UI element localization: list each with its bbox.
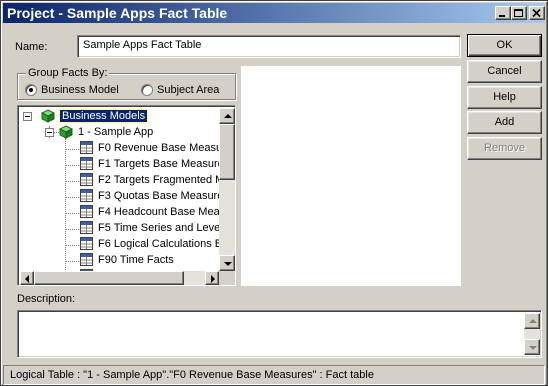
help-button[interactable]: Help	[467, 86, 542, 109]
arrow-up-icon	[529, 319, 537, 323]
cancel-button[interactable]: Cancel	[467, 60, 542, 83]
tree-item-fact-table[interactable]: F3 Quotas Base Measures	[98, 188, 219, 204]
preview-pane	[241, 66, 461, 286]
arrow-left-icon	[25, 275, 29, 283]
tree-vertical-scrollbar[interactable]	[219, 108, 235, 271]
tree-item-fact-table[interactable]: F1 Targets Base Measures	[98, 156, 219, 172]
tree-item-fact-table[interactable]: F6 Logical Calculations Base	[98, 236, 219, 252]
tree-connector	[65, 181, 79, 182]
tree-item-label: F1 Targets Base Measures	[98, 158, 219, 170]
tree-item-label: F90 Time Facts	[98, 254, 174, 266]
tree-item-fact-table[interactable]: F2 Targets Fragmented Measures	[98, 172, 219, 188]
tree-item-fact-table[interactable]: F90 Time Facts	[98, 252, 174, 268]
tree-item-sample-app[interactable]: 1 - Sample App	[78, 124, 153, 140]
status-text: Logical Table : "1 - Sample App"."F0 Rev…	[10, 369, 374, 381]
scroll-left-button[interactable]	[20, 271, 34, 285]
minimize-icon	[499, 15, 505, 17]
tree-item-label: F5 Time Series and Level Based	[98, 222, 219, 234]
tree-item-label: 1 - Sample App	[78, 126, 154, 138]
close-button[interactable]	[529, 6, 545, 20]
business-model-radio-label[interactable]: Business Model	[41, 84, 119, 96]
tree-item-fact-table[interactable]: F0 Revenue Base Measures	[98, 140, 219, 156]
collapse-toggle[interactable]	[45, 128, 54, 137]
fact-table-icon	[80, 173, 93, 186]
collapse-toggle[interactable]	[23, 112, 32, 121]
tree-connector	[65, 213, 79, 214]
maximize-button[interactable]	[511, 6, 527, 20]
tree-item-label: F2 Targets Fragmented Measures	[98, 174, 219, 186]
title-bar[interactable]: Project - Sample Apps Fact Table	[3, 3, 545, 23]
description-scrollbar[interactable]	[524, 313, 540, 355]
fact-table-icon	[80, 237, 93, 250]
tree-item-business-models[interactable]: Business Models	[58, 108, 149, 124]
tree-item-label: F3 Quotas Base Measures	[98, 190, 219, 202]
tree-item-fact-table[interactable]: F5 Time Series and Level Based	[98, 220, 219, 236]
subject-area-radio[interactable]	[141, 84, 153, 96]
tree-connector	[65, 229, 79, 230]
business-model-icon	[41, 109, 55, 123]
arrow-down-icon	[224, 262, 232, 266]
business-model-radio[interactable]	[25, 84, 37, 96]
status-bar: Logical Table : "1 - Sample App"."F0 Rev…	[3, 365, 545, 385]
tree-content: Business Models 1 - Sample App F0 Revenu…	[20, 108, 219, 271]
scroll-down-button[interactable]	[219, 255, 235, 271]
description-scroll-up-button[interactable]	[524, 313, 540, 329]
add-button[interactable]: Add	[467, 111, 542, 134]
tree-item-label: F4 Headcount Base Measures	[98, 206, 219, 218]
fact-table-icon	[80, 141, 93, 154]
business-model-icon	[59, 125, 73, 139]
tree-item-label: F6 Logical Calculations Base	[98, 238, 219, 250]
tree-connector	[65, 138, 66, 271]
fact-table-icon	[80, 205, 93, 218]
fact-table-icon	[80, 253, 93, 266]
remove-button[interactable]: Remove	[467, 137, 542, 160]
group-facts-title: Group Facts By:	[26, 67, 110, 79]
tree-connector	[65, 149, 79, 150]
scroll-right-button[interactable]	[205, 271, 219, 285]
window-title: Project - Sample Apps Fact Table	[7, 5, 228, 21]
tree-item-fact-table[interactable]: F4 Headcount Base Measures	[98, 204, 219, 220]
fact-table-icon	[80, 157, 93, 170]
tree-item-label: Business Models	[58, 109, 149, 123]
maximize-icon	[514, 9, 523, 17]
description-label: Description:	[17, 293, 76, 305]
fact-table-icon	[80, 221, 93, 234]
dialog-window: Project - Sample Apps Fact Table Name: S…	[0, 0, 548, 386]
arrow-down-icon	[529, 346, 537, 350]
scroll-up-button[interactable]	[219, 108, 235, 124]
name-input[interactable]: Sample Apps Fact Table	[77, 35, 461, 58]
subject-area-radio-label[interactable]: Subject Area	[157, 84, 219, 96]
tree-connector	[65, 245, 79, 246]
name-label: Name:	[15, 41, 48, 53]
description-scroll-down-button[interactable]	[524, 339, 540, 355]
tree-connector	[65, 261, 79, 262]
arrow-up-icon	[224, 114, 232, 118]
minimize-button[interactable]	[495, 6, 511, 20]
tree-connector	[65, 165, 79, 166]
arrow-right-icon	[211, 275, 215, 283]
tree-connector	[65, 197, 79, 198]
scroll-thumb[interactable]	[219, 124, 235, 180]
hscroll-thumb[interactable]	[34, 271, 184, 285]
fact-tree-view[interactable]: Business Models 1 - Sample App F0 Revenu…	[17, 105, 236, 286]
tree-horizontal-scrollbar[interactable]	[20, 271, 219, 285]
ok-button[interactable]: OK	[467, 34, 542, 57]
description-textarea[interactable]	[17, 310, 542, 358]
tree-item-label: F0 Revenue Base Measures	[98, 142, 219, 154]
scrollbar-corner	[219, 271, 235, 285]
close-icon	[532, 9, 541, 18]
fact-table-icon	[80, 189, 93, 202]
